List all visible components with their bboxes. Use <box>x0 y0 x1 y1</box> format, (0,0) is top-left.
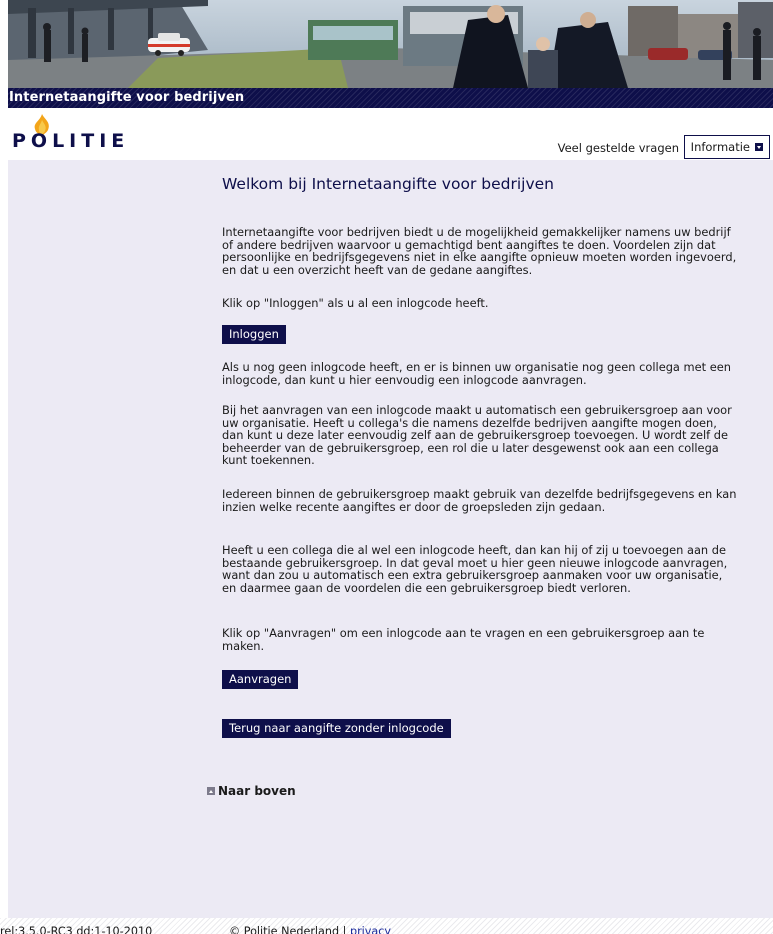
site-title-bar: Internetaangifte voor bedrijven <box>8 88 773 108</box>
header-photo-banner <box>8 0 773 88</box>
colleague-paragraph: Heeft u een collega die al wel een inlog… <box>222 543 728 595</box>
request-button[interactable]: Aanvragen <box>222 670 299 689</box>
info-dropdown[interactable]: Informatie <box>683 135 770 159</box>
back-to-top-label: Naar boven <box>218 784 296 798</box>
politie-logo[interactable]: POLITIE <box>12 114 152 154</box>
arrow-up-icon <box>207 787 215 796</box>
request-hint: Klik op "Aanvragen" om een inlogcode aan… <box>222 626 705 653</box>
group-info-paragraph: Bij het aanvragen van een inlogcode maak… <box>222 403 732 467</box>
shared-data-paragraph: Iedereen binnen de gebruikersgroep maakt… <box>222 487 737 514</box>
chevron-down-icon <box>755 143 763 151</box>
no-code-paragraph: Als u nog geen inlogcode heeft, en er is… <box>222 360 731 387</box>
back-without-code-button[interactable]: Terug naar aangifte zonder inlogcode <box>222 719 451 738</box>
logo-nav-row: POLITIE Veel gestelde vragen Informatie <box>8 108 773 160</box>
login-button[interactable]: Inloggen <box>222 325 286 344</box>
back-to-top-link[interactable]: Naar boven <box>207 785 296 798</box>
copyright: © Politie Nederland | privacy <box>229 924 391 934</box>
logo-text: POLITIE <box>12 130 130 152</box>
faq-link[interactable]: Veel gestelde vragen <box>558 141 679 155</box>
intro-paragraph: Internetaangifte voor bedrijven biedt u … <box>222 225 737 277</box>
site-title: Internetaangifte voor bedrijven <box>9 90 245 105</box>
info-dropdown-label: Informatie <box>690 140 750 154</box>
footer: rel:3.5.0-RC3 dd:1-10-2010 © Politie Ned… <box>0 918 773 934</box>
content-area: Welkom bij Internetaangifte voor bedrijv… <box>8 160 773 918</box>
page-title: Welkom bij Internetaangifte voor bedrijv… <box>222 175 554 193</box>
login-hint: Klik op "Inloggen" als u al een inlogcod… <box>222 296 489 310</box>
privacy-link[interactable]: privacy <box>350 925 391 934</box>
street-scene-photo <box>8 0 773 88</box>
copyright-text: © Politie Nederland | <box>229 925 347 934</box>
release-info: rel:3.5.0-RC3 dd:1-10-2010 <box>0 925 153 934</box>
